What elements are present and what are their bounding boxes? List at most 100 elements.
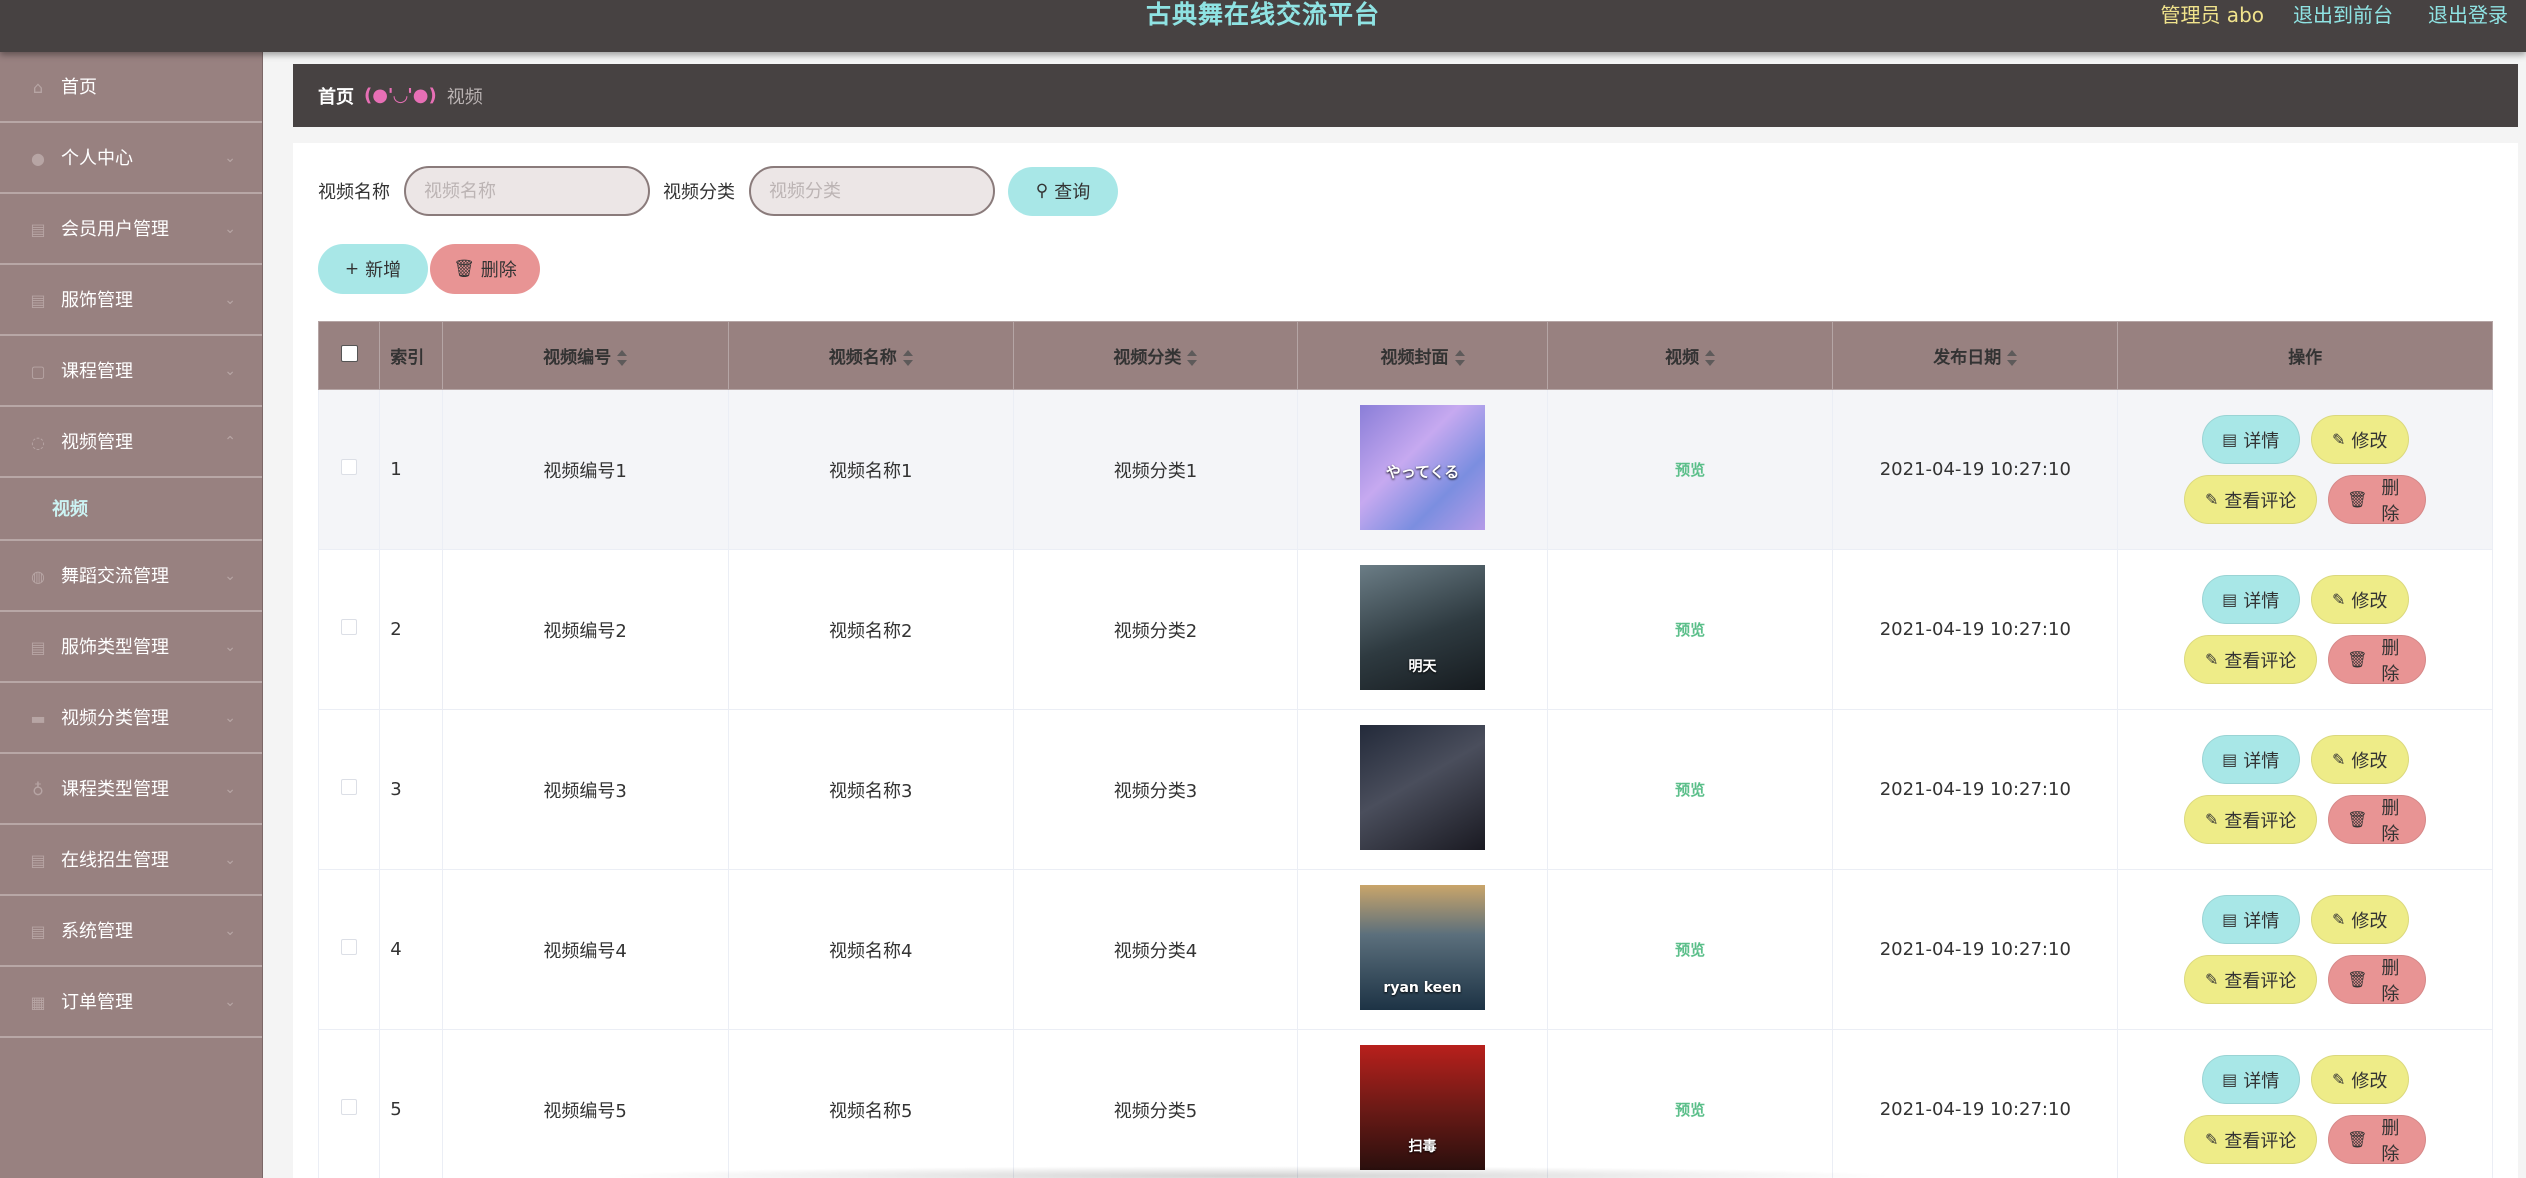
chevron-down-icon: ⌄ <box>224 852 236 868</box>
col-video[interactable]: 视频 <box>1547 321 1834 390</box>
row-index: 2 <box>379 549 443 710</box>
sort-icon[interactable] <box>1454 350 1465 366</box>
search-icon: ⚲ <box>1035 181 1049 201</box>
breadcrumb-home[interactable]: 首页 <box>318 83 354 109</box>
row-video-cell: 预览 <box>1547 1029 1834 1178</box>
col-publish-date[interactable]: 发布日期 <box>1832 321 2119 390</box>
batch-delete-button[interactable]: 🗑 删除 <box>430 244 540 294</box>
row-publish-date: 2021-04-19 10:27:10 <box>1832 549 2119 710</box>
add-button[interactable]: + 新增 <box>318 244 428 294</box>
detail-button[interactable]: ▤ 详情 <box>2201 895 2300 944</box>
video-cover-image[interactable]: やってくる <box>1360 404 1486 530</box>
video-category-input[interactable] <box>749 166 995 216</box>
preview-link[interactable]: 预览 <box>1675 621 1705 639</box>
list-icon: ▤ <box>30 220 46 239</box>
video-cover-image[interactable]: 扫毒 <box>1360 1044 1486 1170</box>
sidebar-item-system[interactable]: ▤ 系统管理 ⌄ <box>0 896 262 967</box>
view-comments-button[interactable]: ✎ 查看评论 <box>2184 635 2318 684</box>
sort-icon[interactable] <box>2007 350 2018 366</box>
exit-to-front-link[interactable]: 退出到前台 <box>2293 0 2393 30</box>
sidebar-item-videos[interactable]: ◌ 视频管理 ⌃ <box>0 407 262 478</box>
main-panel: 视频名称 视频分类 ⚲ 查询 + 新增 🗑 删除 索引 视频编号 视频名称 视频… <box>293 143 2518 1178</box>
sidebar-item-profile[interactable]: ● 个人中心 ⌄ <box>0 123 262 194</box>
video-cover-image[interactable]: ryan keen <box>1360 884 1486 1010</box>
preview-link[interactable]: 预览 <box>1675 461 1705 479</box>
select-all-checkbox[interactable] <box>340 344 358 362</box>
sidebar-item-costumes[interactable]: ▤ 服饰管理 ⌄ <box>0 265 262 336</box>
row-checkbox[interactable] <box>341 939 358 955</box>
row-checkbox[interactable] <box>341 459 358 475</box>
col-video-name[interactable]: 视频名称 <box>727 321 1014 390</box>
delete-button[interactable]: 🗑 删除 <box>2328 1115 2427 1165</box>
sidebar-item-home[interactable]: ⌂ 首页 <box>0 52 262 123</box>
sidebar-item-course-types[interactable]: ♁ 课程类型管理 ⌄ <box>0 754 262 825</box>
delete-button[interactable]: 🗑 删除 <box>2328 475 2427 525</box>
list-icon: ▤ <box>30 851 46 870</box>
query-button[interactable]: ⚲ 查询 <box>1008 166 1118 216</box>
trash-icon: 🗑 <box>2347 490 2368 509</box>
row-cover-cell: 扫毒 <box>1297 1029 1549 1178</box>
row-video-category: 视频分类2 <box>1012 549 1299 710</box>
home-icon: ⌂ <box>32 78 44 97</box>
col-video-code[interactable]: 视频编号 <box>441 321 729 390</box>
row-checkbox[interactable] <box>341 779 358 795</box>
view-comments-button[interactable]: ✎ 查看评论 <box>2184 795 2318 844</box>
preview-link[interactable]: 预览 <box>1675 781 1705 799</box>
detail-button[interactable]: ▤ 详情 <box>2201 1055 2300 1104</box>
view-comments-button[interactable]: ✎ 查看评论 <box>2184 955 2318 1004</box>
cover-caption: 明天 <box>1408 658 1437 675</box>
delete-button[interactable]: 🗑 删除 <box>2328 955 2427 1005</box>
delete-button[interactable]: 🗑 删除 <box>2328 635 2427 685</box>
pin-icon: ♁ <box>32 780 44 799</box>
sidebar-subitem-video[interactable]: 视频 <box>52 478 88 541</box>
detail-button[interactable]: ▤ 详情 <box>2201 575 2300 624</box>
sort-icon[interactable] <box>617 350 628 366</box>
row-checkbox[interactable] <box>341 619 358 635</box>
table-row: 1 视频编号1 视频名称1 视频分类1 やってくる 预览 2021-04-19 … <box>317 389 2493 550</box>
edit-button[interactable]: ✎ 修改 <box>2310 895 2409 944</box>
edit-button[interactable]: ✎ 修改 <box>2310 415 2409 464</box>
video-cover-image[interactable]: 明天 <box>1360 564 1486 690</box>
preview-link[interactable]: 预览 <box>1675 941 1705 959</box>
sidebar-item-members[interactable]: ▤ 会员用户管理 ⌄ <box>0 194 262 265</box>
table-header-row: 索引 视频编号 视频名称 视频分类 视频封面 视频 发布日期 操作 <box>317 321 2493 390</box>
sidebar-item-video-categories[interactable]: ▬ 视频分类管理 ⌄ <box>0 683 262 754</box>
delete-button[interactable]: 🗑 删除 <box>2328 795 2427 845</box>
chevron-down-icon: ⌄ <box>224 292 236 308</box>
row-video-name: 视频名称4 <box>727 869 1014 1030</box>
edit-icon: ✎ <box>2204 650 2219 669</box>
edit-button[interactable]: ✎ 修改 <box>2310 575 2409 624</box>
video-cover-image[interactable] <box>1360 724 1486 850</box>
video-name-input[interactable] <box>404 166 650 216</box>
sidebar-item-courses[interactable]: ▢ 课程管理 ⌄ <box>0 336 262 407</box>
sidebar-item-enrollment[interactable]: ▤ 在线招生管理 ⌄ <box>0 825 262 896</box>
col-video-cover[interactable]: 视频封面 <box>1297 321 1549 390</box>
edit-button[interactable]: ✎ 修改 <box>2310 735 2409 784</box>
view-comments-button-label: 查看评论 <box>2224 1130 2297 1152</box>
sidebar-item-costume-types[interactable]: ▤ 服饰类型管理 ⌄ <box>0 612 262 683</box>
row-cover-cell: 明天 <box>1297 549 1549 710</box>
view-comments-button[interactable]: ✎ 查看评论 <box>2184 1115 2318 1164</box>
sort-icon[interactable] <box>1187 350 1198 366</box>
chevron-down-icon: ⌄ <box>224 568 236 584</box>
detail-button[interactable]: ▤ 详情 <box>2201 735 2300 784</box>
sidebar-item-dance-exchange[interactable]: ◍ 舞蹈交流管理 ⌄ <box>0 541 262 612</box>
row-checkbox[interactable] <box>341 1099 358 1115</box>
col-video-code-label: 视频编号 <box>543 348 612 368</box>
detail-button-label: 详情 <box>2243 590 2280 612</box>
edit-button[interactable]: ✎ 修改 <box>2310 1055 2409 1104</box>
logout-link[interactable]: 退出登录 <box>2428 0 2508 30</box>
list-icon: ▬ <box>30 709 46 728</box>
app-title: 古典舞在线交流平台 <box>1145 0 1380 29</box>
sidebar-item-orders[interactable]: ▦ 订单管理 ⌄ <box>0 967 262 1038</box>
sort-icon[interactable] <box>1705 350 1716 366</box>
preview-link[interactable]: 预览 <box>1675 1101 1705 1119</box>
sort-icon[interactable] <box>902 350 913 366</box>
row-video-code: 视频编号5 <box>441 1029 729 1178</box>
row-video-category: 视频分类5 <box>1012 1029 1299 1178</box>
table-row: 4 视频编号4 视频名称4 视频分类4 ryan keen 预览 2021-04… <box>317 869 2493 1030</box>
col-video-category[interactable]: 视频分类 <box>1012 321 1299 390</box>
detail-button[interactable]: ▤ 详情 <box>2201 415 2300 464</box>
view-comments-button[interactable]: ✎ 查看评论 <box>2184 475 2318 524</box>
table-row: 3 视频编号3 视频名称3 视频分类3 预览 2021-04-19 10:27:… <box>317 709 2493 870</box>
